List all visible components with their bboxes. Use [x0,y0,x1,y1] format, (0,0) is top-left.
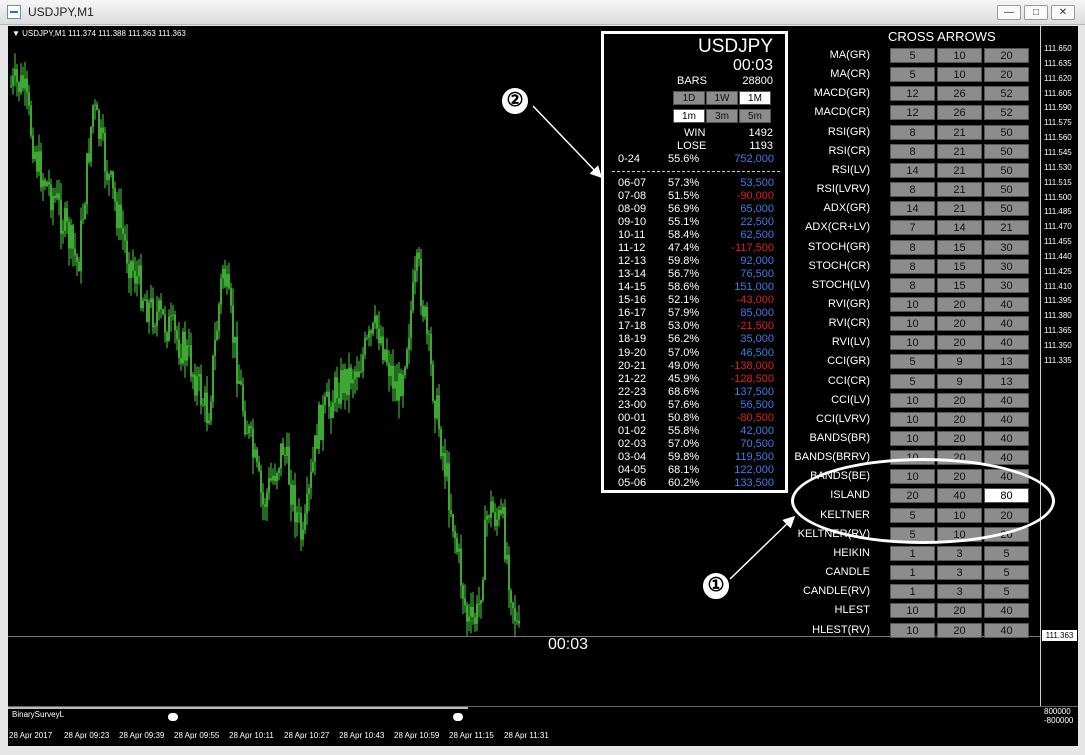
maximize-button[interactable]: □ [1024,5,1048,20]
price-tick-label: 111.455 [1044,237,1072,247]
window-title: USDJPY,M1 [28,5,94,19]
price-tick-label: 111.380 [1044,311,1072,321]
price-tick-label: 111.440 [1044,251,1072,261]
time-tick-label: 28 Apr 11:31 [504,731,549,740]
price-tick-label: 111.350 [1044,341,1072,350]
marker-1: ① [701,571,731,601]
price-chart[interactable]: ▼ USDJPY,M1 111.374 111.388 111.363 111.… [8,26,1078,706]
indicator-marker [453,713,463,721]
annotation-arrows [532,105,796,580]
indicator-subwindow[interactable]: BinarySurveyL 800000 -800000 [8,706,1078,729]
price-tick-label: 111.620 [1044,73,1072,83]
price-tick-label: 111.485 [1044,207,1072,217]
time-tick-label: 28 Apr 2017 [9,731,53,740]
indicator-bar [8,707,468,709]
time-tick-label: 28 Apr 11:15 [449,731,494,740]
price-tick-label: 111.425 [1044,266,1072,276]
price-tick-label: 111.650 [1044,44,1072,53]
arrow-2 [532,105,603,179]
price-tick-label: 111.395 [1044,296,1072,306]
time-tick-label: 28 Apr 09:39 [119,731,165,740]
arrow-1 [729,515,796,580]
time-tick-label: 28 Apr 09:55 [174,731,220,740]
time-tick-label: 28 Apr 09:23 [64,731,110,740]
price-tick-label: 111.605 [1044,88,1072,98]
price-axis[interactable]: 111.363 111.650 111.635 111.620 111.605 111.… [1040,26,1078,706]
price-tick-label: 111.590 [1044,103,1072,113]
indicator-name: BinarySurveyL [12,710,65,719]
time-tick-label: 28 Apr 10:43 [339,731,385,740]
price-tick-label: 111.365 [1044,326,1072,336]
chart-window-icon [7,5,21,19]
price-tick-label: 111.575 [1044,118,1072,128]
minimize-button[interactable]: — [997,5,1021,20]
close-button[interactable]: ✕ [1051,5,1075,20]
price-tick-label: 111.560 [1044,133,1072,143]
marker-2: ② [500,86,530,116]
price-tick-label: 111.335 [1044,355,1072,365]
title-bar: USDJPY,M1 — □ ✕ [0,0,1085,25]
time-tick-label: 28 Apr 10:27 [284,731,330,740]
time-axis: 28 Apr 2017 28 Apr 09:23 28 Apr 09:39 28 Ap… [8,728,1078,746]
price-tick-label: 111.410 [1044,281,1072,291]
price-tick-label: 111.635 [1044,58,1072,68]
price-tick-label: 111.545 [1044,147,1072,157]
price-tick-label: 111.500 [1044,192,1072,202]
indicator-marker [168,713,178,721]
time-tick-label: 28 Apr 10:59 [394,731,440,740]
time-tick-label: 28 Apr 10:11 [229,731,274,740]
indicator-min: -800000 [1044,716,1074,725]
indicator-max: 800000 [1044,707,1071,716]
price-tick-label: 111.470 [1044,222,1072,232]
price-tick-label: 111.515 [1044,177,1072,187]
price-tick-label: 111.530 [1044,162,1072,172]
current-price-label: 111.363 [1042,630,1077,641]
